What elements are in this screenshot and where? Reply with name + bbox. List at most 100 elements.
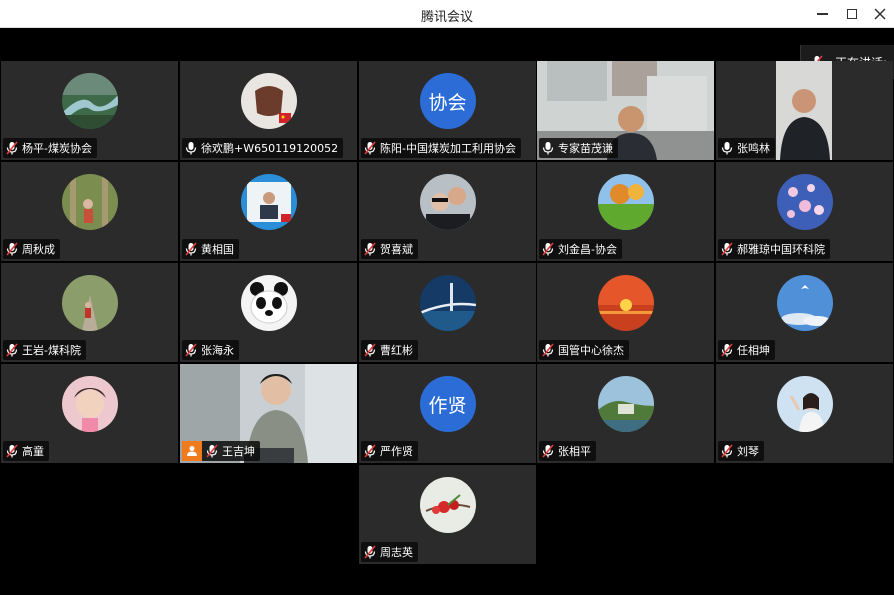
avatar [597, 174, 654, 230]
mic-muted-icon [185, 343, 197, 357]
avatar: 作贤 [419, 376, 476, 432]
close-icon [874, 8, 886, 20]
participant-tile[interactable]: 杨平-煤炭协会 [1, 61, 178, 160]
avatar [776, 275, 833, 331]
participant-label: 任相坤 [718, 340, 775, 360]
participant-tile[interactable]: 贺喜斌 [359, 162, 536, 261]
avatar: 协会 [419, 73, 476, 129]
participant-tile-video[interactable]: 专家苗茂谦 [537, 61, 714, 160]
participant-label: 周秋成 [3, 239, 60, 259]
avatar [419, 477, 476, 533]
participant-name: 陈阳-中国煤炭加工利用协会 [380, 142, 516, 155]
mic-muted-icon [6, 444, 18, 458]
mic-muted-icon [542, 242, 554, 256]
participant-tile-video[interactable]: 王吉坤 [180, 364, 357, 463]
avatar [61, 376, 118, 432]
avatar [61, 73, 118, 129]
participant-label: 郝雅琼中国环科院 [718, 239, 830, 259]
mic-muted-icon [6, 343, 18, 357]
participant-name: 贺喜斌 [380, 243, 413, 256]
participant-label: 王吉坤 [182, 441, 260, 461]
participant-tile[interactable]: 张相平 [537, 364, 714, 463]
participant-name: 杨平-煤炭协会 [22, 142, 92, 155]
participant-name: 国管中心徐杰 [558, 344, 624, 357]
mic-muted-icon [364, 444, 376, 458]
minimize-button[interactable] [806, 0, 838, 28]
participant-label: 张相平 [539, 441, 596, 461]
participant-name: 周秋成 [22, 243, 55, 256]
mic-muted-icon [6, 242, 18, 256]
mic-icon [542, 142, 554, 155]
avatar [61, 174, 118, 230]
mic-muted-icon [6, 141, 18, 155]
mic-muted-icon [364, 141, 376, 155]
participant-tile[interactable]: 曹红彬 [359, 263, 536, 362]
mic-muted-icon [364, 545, 376, 559]
participant-tile[interactable]: 王岩-煤科院 [1, 263, 178, 362]
participant-name: 周志英 [380, 546, 413, 559]
participant-label: 曹红彬 [361, 340, 418, 360]
participant-name: 黄相国 [201, 243, 234, 256]
avatar [419, 275, 476, 331]
avatar [240, 275, 297, 331]
participant-label: 杨平-煤炭协会 [3, 138, 97, 158]
participant-tile[interactable]: 高童 [1, 364, 178, 463]
participant-label: 高童 [3, 441, 49, 461]
participant-tile[interactable]: 刘琴 [716, 364, 893, 463]
participant-name: 张鸣林 [737, 142, 770, 155]
participant-grid: 杨平-煤炭协会 徐欢鹏+W650119120052 协会 陈阳-中国煤炭加工利用… [0, 60, 894, 564]
mic-muted-icon [721, 242, 733, 256]
close-button[interactable] [864, 0, 894, 28]
participant-tile[interactable]: 张海永 [180, 263, 357, 362]
participant-label: 刘金昌-协会 [539, 239, 622, 259]
mic-icon [185, 142, 197, 155]
participant-label: 贺喜斌 [361, 239, 418, 259]
host-badge [182, 441, 202, 461]
mic-muted-icon [542, 343, 554, 357]
participant-tile[interactable]: 刘金昌-协会 [537, 162, 714, 261]
mic-muted-icon [185, 242, 197, 256]
participant-name: 高童 [22, 445, 44, 458]
participant-name: 曹红彬 [380, 344, 413, 357]
minimize-icon [816, 13, 828, 15]
avatar [776, 376, 833, 432]
participant-tile[interactable]: 国管中心徐杰 [537, 263, 714, 362]
participant-label: 周志英 [361, 542, 418, 562]
participant-tile[interactable]: 作贤 严作贤 [359, 364, 536, 463]
participant-label: 张海永 [182, 340, 239, 360]
person-icon [187, 446, 197, 456]
participant-label: 陈阳-中国煤炭加工利用协会 [361, 138, 521, 158]
mic-muted-icon [364, 343, 376, 357]
participant-tile-video[interactable]: 张鸣林 [716, 61, 893, 160]
mic-muted-icon [364, 242, 376, 256]
participant-tile[interactable]: 协会 陈阳-中国煤炭加工利用协会 [359, 61, 536, 160]
mic-muted-icon [206, 444, 218, 458]
participant-name: 专家苗茂谦 [558, 142, 613, 155]
mic-icon [721, 142, 733, 155]
participant-name: 王吉坤 [222, 445, 255, 458]
participant-name: 任相坤 [737, 344, 770, 357]
mic-muted-icon [721, 444, 733, 458]
mic-muted-icon [542, 444, 554, 458]
window-title: 腾讯会议 [420, 10, 473, 25]
participant-name: 郝雅琼中国环科院 [737, 243, 825, 256]
participant-label: 张鸣林 [718, 138, 775, 158]
participant-tile[interactable]: 郝雅琼中国环科院 [716, 162, 893, 261]
participant-tile[interactable]: 任相坤 [716, 263, 893, 362]
participant-label: 国管中心徐杰 [539, 340, 629, 360]
participant-tile[interactable]: 周秋成 [1, 162, 178, 261]
participant-name: 刘琴 [737, 445, 759, 458]
participant-label: 严作贤 [361, 441, 418, 461]
participant-name: 张海永 [201, 344, 234, 357]
avatar [240, 174, 297, 230]
participant-name: 张相平 [558, 445, 591, 458]
avatar [597, 376, 654, 432]
avatar [776, 174, 833, 230]
participant-tile[interactable]: 徐欢鹏+W650119120052 [180, 61, 357, 160]
mic-muted-icon [721, 343, 733, 357]
participant-label: 徐欢鹏+W650119120052 [182, 138, 344, 158]
participant-tile[interactable]: 周志英 [359, 465, 536, 564]
avatar [597, 275, 654, 331]
participant-tile[interactable]: 黄相国 [180, 162, 357, 261]
avatar [419, 174, 476, 230]
